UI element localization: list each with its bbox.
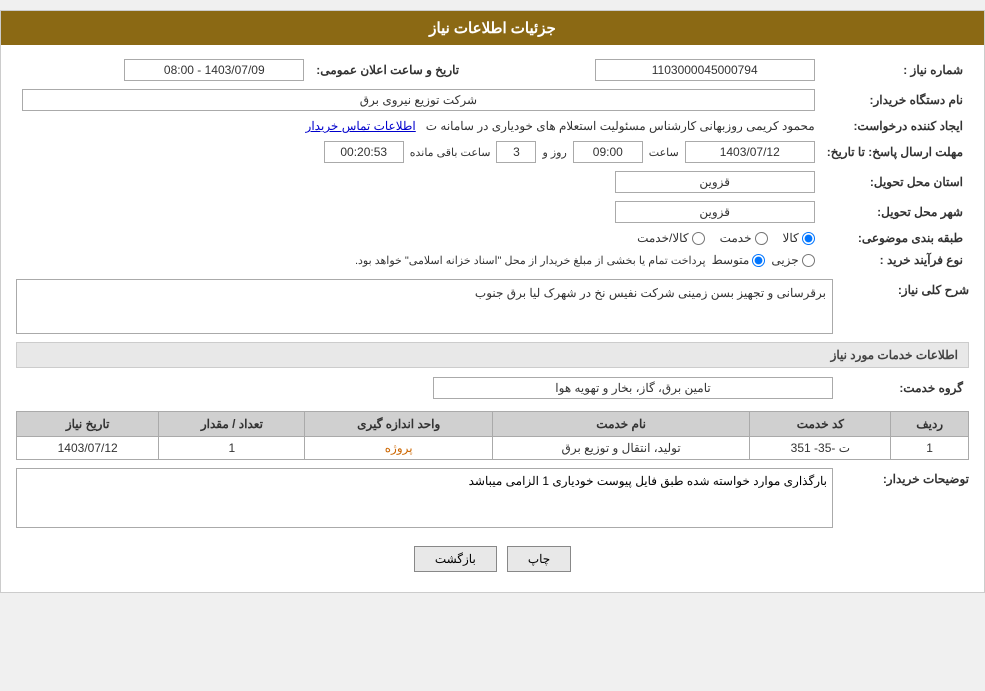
etelaat-tamas-link[interactable]: اطلاعات تماس خریدار [306, 119, 416, 133]
dastgah-label: نام دستگاه خریدار: [821, 85, 969, 115]
page-header: جزئیات اطلاعات نیاز [1, 11, 984, 45]
tabaqeh-kala[interactable]: کالا [783, 231, 815, 245]
tabaqeh-kala-khadamat-label: کالا/خدمت [637, 231, 688, 245]
sharh-value: برقرسانی و تجهیز بسن زمینی شرکت نفیس نخ … [16, 279, 833, 334]
page-wrapper: جزئیات اطلاعات نیاز شماره نیاز : 1103000… [0, 10, 985, 593]
shahr-label: شهر محل تحویل: [821, 197, 969, 227]
cell-unit: پروژه [305, 437, 492, 460]
cell-date: 1403/07/12 [17, 437, 159, 460]
tabaqeh-khadamat[interactable]: خدمت [720, 231, 768, 245]
row-goroh: گروه خدمت: تامین برق، گاز، بخار و تهویه … [16, 373, 969, 403]
sharh-label: شرح کلی نیاز: [839, 279, 969, 297]
goroh-label: گروه خدمت: [839, 373, 969, 403]
noe-farayand-value: جزیی متوسط پرداخت تمام یا بخشی از مبلغ خ… [16, 249, 821, 271]
sharh-container: برقرسانی و تجهیز بسن زمینی شرکت نفیس نخ … [16, 279, 833, 334]
service-table-head: ردیف کد خدمت نام خدمت واحد اندازه گیری ت… [17, 412, 969, 437]
sharh-row: شرح کلی نیاز: برقرسانی و تجهیز بسن زمینی… [16, 279, 969, 334]
tabaqeh-value: کالا خدمت کالا/خدمت [16, 227, 821, 249]
shomara-value: 1103000045000794 [465, 55, 821, 85]
tabaqeh-label: طبقه بندی موضوعی: [821, 227, 969, 249]
roz-input: 3 [496, 141, 536, 163]
baghimande-label: ساعت باقی مانده [410, 146, 491, 159]
dastgah-input: شرکت توزیع نیروی برق [22, 89, 815, 111]
tabaqeh-kala-label: کالا [783, 231, 799, 245]
roz-label: روز و [542, 146, 566, 159]
noe-motawaset[interactable]: متوسط [712, 253, 766, 267]
shahr-input: قزوین [615, 201, 815, 223]
tarikho-saat-value: 1403/07/09 - 08:00 [16, 55, 310, 85]
goroh-value: تامین برق، گاز، بخار و تهویه هوا [16, 373, 839, 403]
baghimande-input: 00:20:53 [324, 141, 404, 163]
tabaqeh-kala-khadamat[interactable]: کالا/خدمت [637, 231, 704, 245]
row-shomara: شماره نیاز : 1103000045000794 تاریخ و سا… [16, 55, 969, 85]
col-radif: ردیف [891, 412, 969, 437]
cell-code: ت -35- 351 [750, 437, 891, 460]
col-name: نام خدمت [492, 412, 749, 437]
row-mohlat: مهلت ارسال پاسخ: تا تاریخ: 1403/07/12 سا… [16, 137, 969, 167]
row-ijad: ایجاد کننده درخواست: محمود کریمی روزبهان… [16, 115, 969, 137]
row-ostan: استان محل تحویل: قزوین [16, 167, 969, 197]
print-button[interactable]: چاپ [507, 546, 571, 572]
col-date: تاریخ نیاز [17, 412, 159, 437]
col-unit: واحد اندازه گیری [305, 412, 492, 437]
goroh-input: تامین برق، گاز، بخار و تهویه هوا [433, 377, 833, 399]
tawzihat-container [16, 468, 833, 528]
shomara-input: 1103000045000794 [595, 59, 815, 81]
ostan-input: قزوین [615, 171, 815, 193]
tabaqeh-kala-radio[interactable] [802, 232, 815, 245]
button-row: چاپ بازگشت [16, 536, 969, 582]
saat-label: ساعت [649, 146, 679, 159]
tawzihat-row: توضیحات خریدار: [16, 468, 969, 528]
noe-jozi-radio[interactable] [802, 254, 815, 267]
tarikho-saat-label: تاریخ و ساعت اعلان عمومی: [310, 55, 465, 85]
goroh-table: گروه خدمت: تامین برق، گاز، بخار و تهویه … [16, 373, 969, 403]
date-input: 1403/07/12 [685, 141, 815, 163]
ijad-label: ایجاد کننده درخواست: [821, 115, 969, 137]
tabaqeh-khadamat-label: خدمت [720, 231, 752, 245]
info-table: شماره نیاز : 1103000045000794 تاریخ و سا… [16, 55, 969, 271]
ostan-value: قزوین [16, 167, 821, 197]
saat-input: 09:00 [573, 141, 643, 163]
noe-farayand-label: نوع فرآیند خرید : [821, 249, 969, 271]
noe-motawaset-label: متوسط [712, 253, 750, 267]
tawzihat-label: توضیحات خریدار: [839, 468, 969, 486]
content-area: شماره نیاز : 1103000045000794 تاریخ و سا… [1, 45, 984, 592]
service-table-body: 1 ت -35- 351 تولید، انتقال و توزیع برق پ… [17, 437, 969, 460]
ijad-text: محمود کریمی روزبهانی کارشناس مسئولیت است… [426, 119, 815, 133]
noe-jozi-label: جزیی [771, 253, 798, 267]
dastgah-value: شرکت توزیع نیروی برق [16, 85, 821, 115]
shahr-value: قزوین [16, 197, 821, 227]
ostan-label: استان محل تحویل: [821, 167, 969, 197]
noe-jozi[interactable]: جزیی [771, 253, 814, 267]
table-row: 1 ت -35- 351 تولید، انتقال و توزیع برق پ… [17, 437, 969, 460]
mohlat-label: مهلت ارسال پاسخ: تا تاریخ: [821, 137, 969, 167]
row-noe-farayand: نوع فرآیند خرید : جزیی متوسط پرداخت تمام… [16, 249, 969, 271]
tarikho-saat-input: 1403/07/09 - 08:00 [124, 59, 304, 81]
tabaqeh-khadamat-radio[interactable] [755, 232, 768, 245]
shomara-label: شماره نیاز : [821, 55, 969, 85]
khadamat-section-title: اطلاعات خدمات مورد نیاز [16, 342, 969, 368]
row-dastgah: نام دستگاه خریدار: شرکت توزیع نیروی برق [16, 85, 969, 115]
noe-farayand-row: جزیی متوسط پرداخت تمام یا بخشی از مبلغ خ… [22, 253, 815, 267]
row-tabaqeh: طبقه بندی موضوعی: کالا خدمت [16, 227, 969, 249]
service-table: ردیف کد خدمت نام خدمت واحد اندازه گیری ت… [16, 411, 969, 460]
col-quantity: تعداد / مقدار [159, 412, 305, 437]
tabaqeh-radiogroup: کالا خدمت کالا/خدمت [22, 231, 815, 245]
mohlat-value: 1403/07/12 ساعت 09:00 روز و 3 ساعت باقی … [16, 137, 821, 167]
ijad-value: محمود کریمی روزبهانی کارشناس مسئولیت است… [16, 115, 821, 137]
tawzihat-textarea[interactable] [16, 468, 833, 528]
service-header-row: ردیف کد خدمت نام خدمت واحد اندازه گیری ت… [17, 412, 969, 437]
cell-name: تولید، انتقال و توزیع برق [492, 437, 749, 460]
cell-radif: 1 [891, 437, 969, 460]
mohlat-row: 1403/07/12 ساعت 09:00 روز و 3 ساعت باقی … [22, 141, 815, 163]
page-title: جزئیات اطلاعات نیاز [429, 20, 556, 37]
back-button[interactable]: بازگشت [414, 546, 497, 572]
tabaqeh-kala-khadamat-radio[interactable] [692, 232, 705, 245]
cell-quantity: 1 [159, 437, 305, 460]
row-shahr: شهر محل تحویل: قزوین [16, 197, 969, 227]
noe-motawaset-radio[interactable] [752, 254, 765, 267]
noe-farayand-note: پرداخت تمام یا بخشی از مبلغ خریدار از مح… [355, 254, 706, 267]
col-code: کد خدمت [750, 412, 891, 437]
